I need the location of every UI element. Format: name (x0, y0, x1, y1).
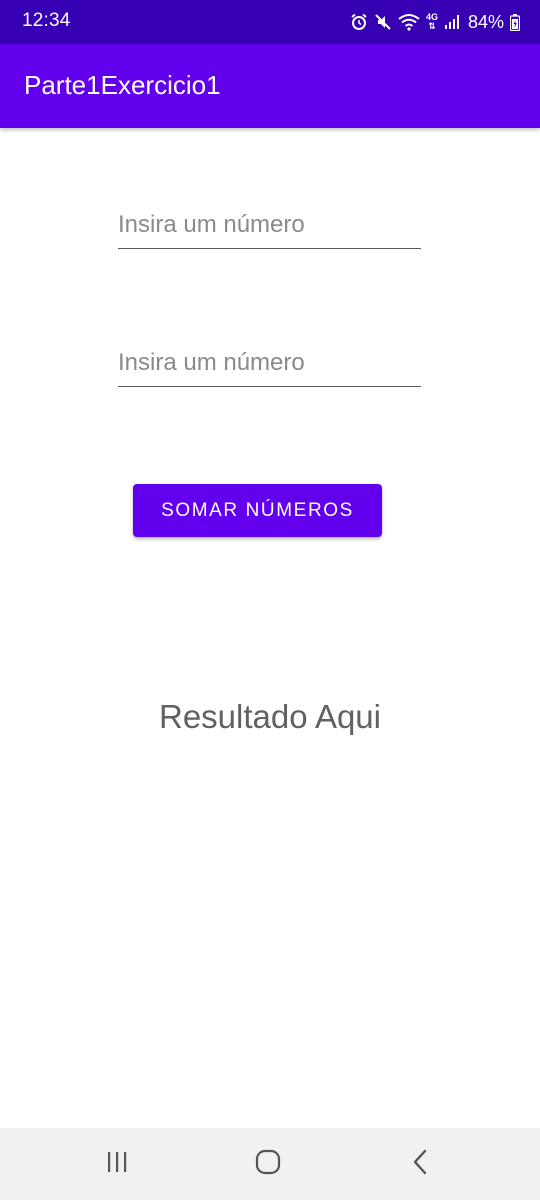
wifi-icon (398, 13, 420, 31)
second-number-input[interactable] (118, 339, 421, 387)
network-4g-icon: 4G ⇅ (426, 13, 438, 31)
back-button[interactable] (400, 1146, 440, 1182)
back-icon (410, 1149, 430, 1180)
signal-icon (444, 14, 460, 30)
battery-percent: 84% (467, 11, 504, 32)
recent-apps-button[interactable] (97, 1146, 137, 1182)
home-icon (255, 1149, 281, 1180)
home-button[interactable] (248, 1146, 288, 1182)
navigation-bar (0, 1128, 540, 1200)
status-bar: 12:34 4G ⇅ 84% (0, 0, 540, 44)
first-number-input[interactable] (118, 201, 421, 249)
app-title: Parte1Exercicio1 (24, 70, 221, 100)
battery-icon (510, 13, 520, 31)
status-time: 12:34 (22, 10, 71, 31)
mute-icon (374, 13, 392, 31)
sum-numbers-button[interactable]: SOMAR NÚMEROS (133, 484, 382, 537)
alarm-icon (350, 13, 368, 31)
result-text: Resultado Aqui (159, 698, 381, 735)
app-bar: Parte1Exercicio1 (0, 44, 540, 128)
app-screen: 12:34 4G ⇅ 84% Parte1Exercicio1 Insira u… (0, 0, 540, 1200)
data-arrows-icon: ⇅ (428, 21, 436, 31)
recent-apps-icon (105, 1150, 129, 1179)
status-icons: 4G ⇅ 84% (350, 10, 520, 34)
